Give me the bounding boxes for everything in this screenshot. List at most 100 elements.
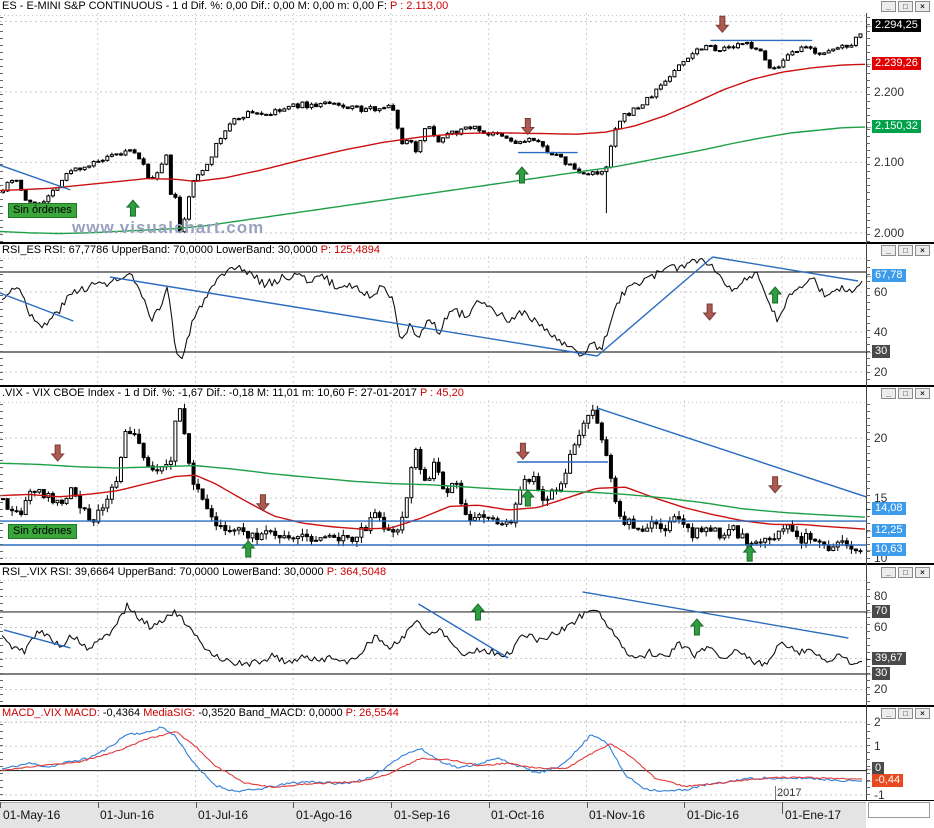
axis-minor-tick [0, 773, 3, 774]
maximize-button[interactable]: □ [898, 245, 913, 256]
close-button[interactable]: × [915, 567, 930, 578]
axis-minor-tick [866, 404, 870, 405]
axis-minor-tick [866, 537, 870, 538]
axis-minor-tick [866, 330, 870, 331]
sell-signal-arrow-icon [715, 15, 730, 34]
axis-minor-tick [0, 701, 3, 702]
date-tick [782, 802, 783, 814]
maximize-button[interactable]: □ [898, 708, 913, 719]
close-button[interactable]: × [915, 388, 930, 399]
axis-minor-tick [0, 694, 3, 695]
axis-minor-tick [0, 502, 3, 503]
axis-minor-tick [0, 673, 3, 674]
date-label: 01-Oct-16 [491, 808, 545, 822]
axis-minor-tick [866, 687, 870, 688]
buy-signal-arrow-icon [241, 540, 256, 558]
panel-separator[interactable] [0, 705, 934, 707]
sell-signal-arrow-icon [702, 303, 717, 321]
no-orders-badge: Sin órdenes [8, 524, 77, 539]
date-label: 01-Jun-16 [100, 808, 155, 822]
panel-title: ES - E-MINI S&P CONTINUOUS - 1 d Dif. %:… [2, 0, 448, 13]
minimize-button[interactable]: _ [881, 708, 896, 719]
close-button[interactable]: × [915, 245, 930, 256]
axis-minor-tick [866, 460, 870, 461]
axis-minor-tick [866, 302, 870, 303]
panel-title-segment: MACD_.VIX MACD: [2, 707, 100, 719]
axis-minor-tick [866, 425, 870, 426]
axis-minor-tick [0, 418, 3, 419]
price-badge: 2.239,26 [872, 57, 921, 71]
axis-minor-tick [0, 439, 3, 440]
panel-title-segment: P: 26,5544 [345, 707, 399, 719]
axis-minor-tick [0, 481, 3, 482]
window-buttons: _ □ × [881, 1, 930, 12]
axis-minor-tick [0, 752, 3, 753]
axis-minor-tick [0, 330, 3, 331]
axis-minor-tick [0, 309, 3, 310]
axis-minor-tick [866, 631, 870, 632]
axis-minor-tick [0, 59, 3, 60]
axis-minor-tick [866, 199, 870, 200]
axis-minor-tick [866, 379, 870, 380]
axis-minor-tick [0, 759, 3, 760]
axis-minor-tick [866, 453, 870, 454]
axis-minor-tick [866, 185, 870, 186]
vix-price-chart[interactable] [0, 400, 866, 563]
rsi-es-chart[interactable] [0, 256, 866, 385]
axis-minor-tick [866, 365, 870, 366]
close-button[interactable]: × [915, 1, 930, 12]
axis-minor-tick [866, 241, 870, 242]
rsi-vix-chart[interactable] [0, 578, 866, 705]
axis-minor-tick [866, 617, 870, 618]
axis-minor-tick [0, 323, 3, 324]
axis-minor-tick [0, 17, 3, 18]
axis-minor-tick [866, 52, 870, 53]
buy-signal-arrow-icon [742, 544, 757, 562]
minimize-button[interactable]: _ [881, 245, 896, 256]
title-bar-es: ES - E-MINI S&P CONTINUOUS - 1 d Dif. %:… [0, 0, 934, 13]
axis-minor-tick [0, 52, 3, 53]
axis-minor-tick [0, 45, 3, 46]
maximize-button[interactable]: □ [898, 1, 913, 12]
axis-minor-tick [0, 372, 3, 373]
es-price-chart[interactable] [0, 13, 866, 242]
panel-separator[interactable] [0, 385, 934, 387]
axis-minor-tick [0, 66, 3, 67]
window-buttons: _ □ × [881, 567, 930, 578]
maximize-button[interactable]: □ [898, 388, 913, 399]
maximize-button[interactable]: □ [898, 567, 913, 578]
minimize-button[interactable]: _ [881, 1, 896, 12]
axis-minor-tick [0, 425, 3, 426]
panel-title-segment: P : 2.113,00 [389, 0, 449, 12]
axis-minor-tick [0, 467, 3, 468]
axis-minor-tick [866, 45, 870, 46]
close-button[interactable]: × [915, 708, 930, 719]
axis-minor-tick [0, 302, 3, 303]
axis-minor-tick [866, 645, 870, 646]
axis-minor-tick [866, 724, 870, 725]
axis-minor-tick [0, 638, 3, 639]
price-badge: 67,78 [872, 269, 906, 283]
axis-minor-tick [0, 379, 3, 380]
minimize-button[interactable]: _ [881, 567, 896, 578]
date-tick [0, 802, 1, 808]
axis-minor-tick [0, 288, 3, 289]
axis-minor-tick [0, 73, 3, 74]
date-label: 01-Ene-17 [785, 808, 842, 822]
axis-minor-tick [866, 101, 870, 102]
date-label: 01-Nov-16 [589, 808, 646, 822]
axis-minor-tick [0, 530, 3, 531]
axis-tick-label: 2.200 [874, 84, 905, 99]
axis-minor-tick [0, 143, 3, 144]
panel-separator[interactable] [0, 242, 934, 244]
axis-minor-tick [0, 495, 3, 496]
axis-minor-tick [866, 495, 870, 496]
buy-signal-arrow-icon [125, 199, 141, 217]
minimize-button[interactable]: _ [881, 388, 896, 399]
panel-separator[interactable] [0, 563, 934, 565]
axis-minor-tick [0, 652, 3, 653]
axis-minor-tick [866, 745, 870, 746]
buy-signal-arrow-icon [520, 489, 535, 507]
macd-vix-chart[interactable] [0, 720, 866, 800]
axis-minor-tick [866, 192, 870, 193]
